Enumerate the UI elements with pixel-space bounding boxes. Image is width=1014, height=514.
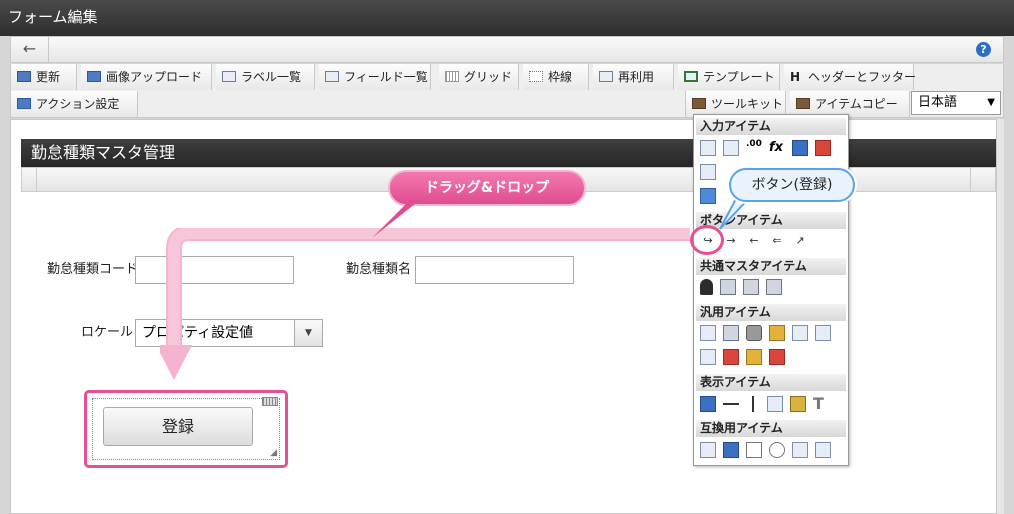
reuse-button[interactable]: 再利用 <box>593 64 674 90</box>
reuse-icon <box>599 71 613 82</box>
action-settings-button[interactable]: アクション設定 <box>11 91 138 117</box>
select-icon[interactable] <box>700 164 716 180</box>
language-select[interactable]: 日本語 ▼ <box>911 91 1001 115</box>
button-jump-icon[interactable]: ↗ <box>792 233 808 249</box>
box-icon[interactable] <box>767 396 783 412</box>
window-title: フォーム編集 <box>0 0 1014 36</box>
card-icon[interactable] <box>723 349 739 365</box>
radio-icon[interactable] <box>769 442 785 458</box>
vertical-line-icon[interactable] <box>752 396 754 412</box>
toolbar: 更新 画像アップロード ラベル一覧 フィールド一覧 グリッド 枠線 再利用 テン… <box>10 64 1004 118</box>
datetime-icon[interactable] <box>815 140 831 156</box>
button-container[interactable]: 登録 ◢ <box>92 397 280 460</box>
image-upload-icon <box>87 71 101 82</box>
textarea-icon[interactable] <box>723 140 739 156</box>
refresh-icon <box>17 71 31 82</box>
header-footer-label: ヘッダーとフッター <box>808 70 917 84</box>
button-register-callout: ボタン(登録) <box>729 168 855 202</box>
template-button[interactable]: テンプレート <box>678 64 780 90</box>
field-list-icon <box>325 71 339 82</box>
calendar-icon[interactable] <box>769 349 785 365</box>
border-icon <box>529 71 543 82</box>
checkbox-icon[interactable] <box>746 442 762 458</box>
vertical-scrollbar[interactable] <box>996 119 1004 514</box>
toolkit-icon <box>692 98 706 109</box>
label-list-button[interactable]: ラベル一覧 <box>216 64 315 90</box>
listbox-icon[interactable] <box>792 442 808 458</box>
grid-label: グリッド <box>464 70 513 84</box>
text-field-icon[interactable] <box>700 140 716 156</box>
user-icon[interactable] <box>700 279 713 295</box>
upload-icon[interactable] <box>700 188 716 204</box>
section-display: 表示アイテム <box>696 374 846 391</box>
camera-icon[interactable] <box>746 325 762 341</box>
org-search-icon[interactable] <box>766 279 782 295</box>
label-icon[interactable] <box>700 396 716 412</box>
compat-table-icon[interactable] <box>723 442 739 458</box>
language-value: 日本語 <box>918 95 958 110</box>
date-icon[interactable] <box>792 140 808 156</box>
action-settings-label: アクション設定 <box>36 97 120 111</box>
form-title: 勤怠種類マスタ管理 <box>21 139 996 167</box>
drop-zone-highlight: 登録 ◢ <box>84 390 288 468</box>
key-icon[interactable] <box>769 325 785 341</box>
template-label: テンプレート <box>703 70 775 84</box>
border-button[interactable]: 枠線 <box>523 64 589 90</box>
toolkit-label: ツールキット <box>711 97 784 111</box>
resize-grip-icon[interactable]: ◢ <box>270 448 277 458</box>
text-icon[interactable]: T <box>813 396 829 412</box>
button-forward-icon[interactable]: → <box>723 233 739 249</box>
panel-icon[interactable] <box>700 349 716 365</box>
item-copy-icon <box>796 98 810 109</box>
action-icon <box>17 98 31 109</box>
button-back-icon[interactable]: ← <box>746 233 762 249</box>
formula-icon[interactable]: fx <box>769 140 785 156</box>
refresh-label: 更新 <box>36 70 61 84</box>
label-list-icon <box>222 71 236 82</box>
refresh-button[interactable]: 更新 <box>11 64 77 90</box>
button-back2-icon[interactable]: ⇐ <box>769 233 785 249</box>
image-icon[interactable] <box>790 396 806 412</box>
user-search-icon[interactable] <box>743 279 759 295</box>
header-footer-button[interactable]: H ヘッダーとフッター <box>784 64 917 90</box>
grid-icon <box>445 71 459 82</box>
header-footer-icon: H <box>790 70 801 84</box>
file-download-icon[interactable] <box>815 325 831 341</box>
compat-select-icon[interactable] <box>700 442 716 458</box>
template-icon <box>684 71 698 82</box>
image-upload-button[interactable]: 画像アップロード <box>81 64 212 90</box>
help-icon[interactable]: ? <box>976 42 991 57</box>
section-general: 汎用アイテム <box>696 304 846 321</box>
field-list-label: フィールド一覧 <box>344 70 428 84</box>
number-field-icon[interactable]: .00 <box>746 140 762 156</box>
item-copy-label: アイテムコピー <box>815 97 898 111</box>
border-label: 枠線 <box>548 70 573 84</box>
toolkit-palette: 入力アイテム .00 fx ボタンアイテム ↪ → ← ⇐ ↗ 共通マスタアイテ… <box>693 114 849 466</box>
grid-table-icon[interactable] <box>815 442 831 458</box>
section-input-items: 入力アイテム <box>696 118 846 135</box>
field-list-button[interactable]: フィールド一覧 <box>319 64 431 90</box>
file-icon[interactable] <box>792 325 808 341</box>
drag-arrow <box>160 228 690 380</box>
label-list-label: ラベル一覧 <box>241 70 302 84</box>
code-label: 勤怠種類コード <box>47 262 139 277</box>
hidden-field-icon[interactable] <box>700 325 716 341</box>
section-compat: 互換用アイテム <box>696 420 846 437</box>
image-upload-label: 画像アップロード <box>106 70 203 84</box>
back-arrow-icon[interactable]: ← <box>11 37 49 62</box>
navigation-bar: ← ? <box>10 36 1004 63</box>
item-handle-icon[interactable] <box>262 397 278 406</box>
locale-label: ロケール <box>81 325 134 340</box>
organization-icon[interactable] <box>720 279 736 295</box>
drag-drop-callout-tail <box>372 200 420 238</box>
section-common-master: 共通マスタアイテム <box>696 258 846 275</box>
grid-button[interactable]: グリッド <box>439 64 519 90</box>
horizontal-line-icon[interactable] <box>723 403 739 405</box>
reuse-label: 再利用 <box>618 70 655 84</box>
register-button[interactable]: 登録 <box>103 407 253 446</box>
chevron-down-icon: ▼ <box>987 97 995 108</box>
tree-icon[interactable] <box>746 349 762 365</box>
document-icon[interactable] <box>723 325 739 341</box>
